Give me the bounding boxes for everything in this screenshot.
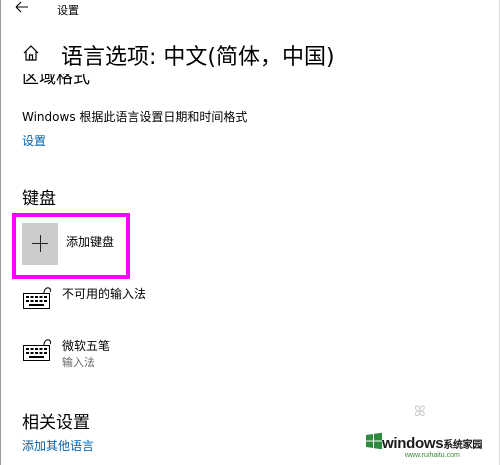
keyboard-item-name: 不可用的输入法: [62, 287, 147, 301]
keyboard-icon: [23, 287, 52, 309]
window-left-border: [0, 0, 1, 465]
page-title: 语言选项: 中文(简体，中国): [61, 45, 335, 70]
add-keyboard-label: 添加键盘: [66, 235, 115, 249]
keyboard-icon: [23, 339, 52, 361]
watermark-logo: windows系统家园 www.ruihaitu.com: [365, 428, 500, 465]
title-bar: 设置: [0, 0, 500, 24]
keyboard-item-wubi[interactable]: 微软五笔 输入法: [22, 337, 282, 377]
watermark-decoration: ꕤ: [414, 404, 426, 420]
keyboard-item-sub: 输入法: [62, 356, 95, 369]
keyboard-item-unavailable[interactable]: 不可用的输入法: [22, 285, 282, 325]
windows-logo-icon: [366, 432, 382, 450]
back-arrow-icon: [15, 1, 28, 13]
related-settings-heading: 相关设置: [22, 413, 90, 433]
region-settings-link[interactable]: 设置: [22, 132, 46, 149]
back-button[interactable]: [14, 0, 34, 18]
add-keyboard-button[interactable]: 添加键盘: [22, 223, 152, 265]
plus-icon: [22, 223, 58, 265]
keyboard-item-name: 微软五笔: [62, 339, 111, 353]
window-title: 设置: [57, 4, 79, 17]
region-format-heading: 区域格式: [22, 74, 90, 88]
add-other-language-link[interactable]: 添加其他语言: [22, 437, 94, 454]
home-icon[interactable]: [22, 44, 40, 62]
watermark-url: www.ruihaitu.com: [405, 452, 460, 459]
watermark-brand: windows系统家园: [382, 435, 483, 452]
region-format-description: Windows 根据此语言设置日期和时间格式: [22, 110, 248, 124]
keyboard-heading: 键盘: [22, 189, 56, 209]
